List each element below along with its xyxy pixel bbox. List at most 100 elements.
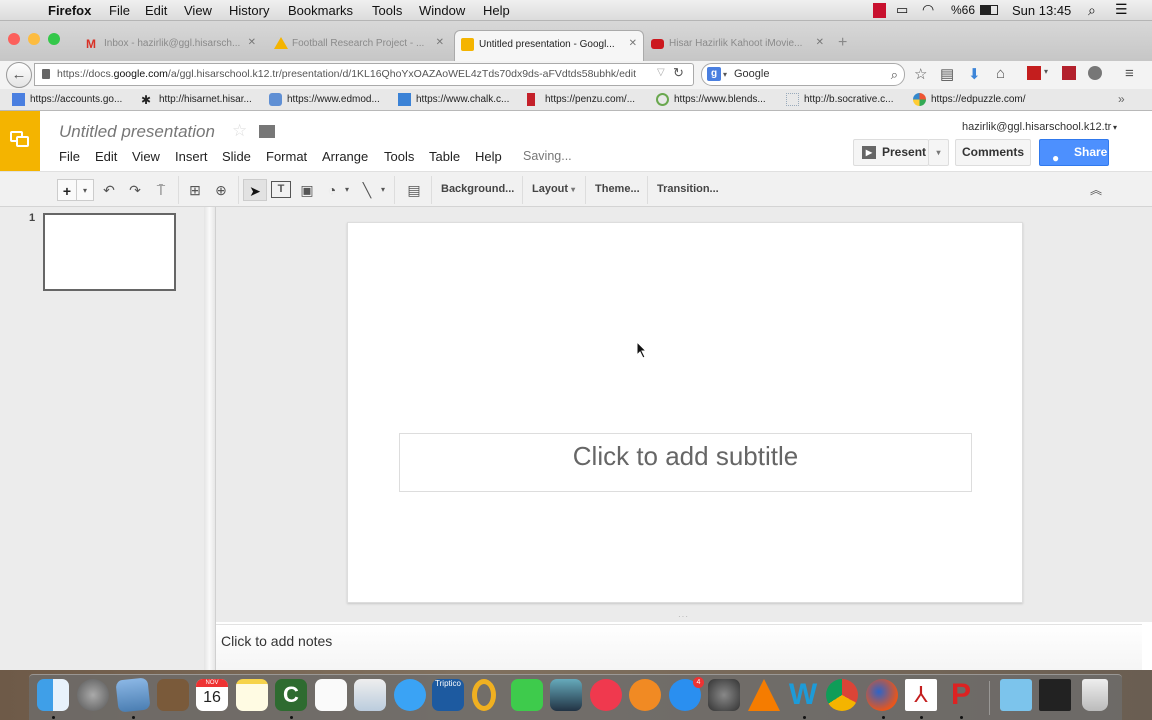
flash-dropdown-icon[interactable]: ▾ [1044,67,1048,76]
bookmark-item[interactable]: http://b.socrative.c... [786,93,893,106]
menu-insert[interactable]: Insert [175,149,208,164]
folder-icon[interactable] [259,125,275,138]
menu-help[interactable]: Help [475,149,502,164]
close-tab-icon[interactable]: ✕ [248,37,256,48]
recording-icon[interactable] [873,3,886,18]
browser-tab-football[interactable]: Football Research Project - ... ✕ [268,30,450,61]
reminders-icon[interactable] [315,679,347,711]
line-dropdown-icon[interactable]: ▾ [378,179,388,201]
airplay-icon[interactable]: ▭ [896,2,908,18]
notes-app-icon[interactable] [236,679,268,711]
ibooks-icon[interactable] [629,679,661,711]
battery-icon[interactable] [980,5,998,15]
layout-button[interactable]: Layout ▾ [532,183,575,195]
share-button[interactable]: ● Share [1039,139,1109,166]
slides-home-logo[interactable] [0,111,40,171]
close-window-button[interactable] [8,33,20,45]
new-slide-button[interactable]: + [57,179,77,201]
minimized-window-icon[interactable] [1039,679,1071,711]
itunes-icon[interactable] [590,679,622,711]
menubar-view[interactable]: View [184,3,212,18]
paint-format-icon[interactable]: ⍑ [151,179,171,201]
menubar-window[interactable]: Window [419,3,465,18]
camtasia-icon[interactable]: C [275,679,307,711]
speaker-notes[interactable]: Click to add notes [216,624,1142,670]
chrome-icon[interactable] [826,679,858,711]
menu-view[interactable]: View [132,149,160,164]
document-title[interactable]: Untitled presentation [59,122,215,142]
bookmark-star-icon[interactable]: ☆ [914,65,927,83]
messages-icon[interactable] [394,679,426,711]
download-helper-icon[interactable] [1062,66,1076,80]
bookmark-item[interactable]: https://penzu.com/... [527,93,635,106]
transition-button[interactable]: Transition... [657,183,719,195]
menu-edit[interactable]: Edit [95,149,117,164]
search-icon[interactable]: ⌕ [891,64,898,85]
subtitle-placeholder[interactable]: Click to add subtitle [399,433,972,492]
slide[interactable]: Click to add subtitle [347,222,1023,603]
extension-icon[interactable] [1088,66,1102,80]
line-icon[interactable]: ╲ [357,179,377,201]
text-box-icon[interactable]: T [271,181,291,198]
search-input[interactable]: Google [734,68,769,80]
home-icon[interactable]: ⌂ [996,65,1005,82]
reading-list-icon[interactable]: ▤ [940,65,954,83]
browser-tab-inbox[interactable]: M Inbox - hazirlik@ggl.hisarsch... ✕ [80,30,262,61]
redo-icon[interactable]: ↷ [125,179,145,201]
select-zoom-fit-icon[interactable]: ⊞ [185,179,205,201]
facetime-icon[interactable] [511,679,543,711]
comment-icon[interactable]: ▤ [404,179,424,201]
shape-dropdown-icon[interactable]: ▾ [342,179,352,201]
comments-button[interactable]: Comments [955,139,1031,166]
star-icon[interactable]: ☆ [232,121,247,141]
filmstrip-resize-handle[interactable] [204,207,216,670]
menubar-file[interactable]: File [109,3,130,18]
zoom-icon[interactable]: ⊕ [211,179,231,201]
notes-placeholder[interactable]: Click to add notes [221,633,332,649]
account-dropdown-icon[interactable]: ▾ [1113,123,1117,132]
bookmark-item[interactable]: ✱ http://hisarnet.hisar... [141,93,252,107]
bookmark-item[interactable]: https://www.blends... [656,93,766,106]
hamburger-menu-icon[interactable]: ≡ [1125,65,1134,82]
wifi-icon[interactable]: ◠ [922,1,934,18]
opera-icon[interactable] [472,679,496,711]
trash-icon[interactable] [1082,679,1108,711]
bookmark-item[interactable]: https://edpuzzle.com/ [913,93,1026,106]
theme-button[interactable]: Theme... [595,183,640,195]
browser-tab-kahoot[interactable]: Hisar Hazirlik Kahoot iMovie... ✕ [645,30,830,61]
menubar-history[interactable]: History [229,3,269,18]
calendar-icon[interactable]: NOV 16 [196,679,228,711]
launchpad-icon[interactable] [77,679,109,711]
bookmarks-overflow-button[interactable]: » [1118,92,1125,106]
menu-file[interactable]: File [59,149,80,164]
present-dropdown-button[interactable]: ▾ [928,139,949,166]
contacts-icon[interactable] [157,679,189,711]
menu-arrange[interactable]: Arrange [322,149,368,164]
menu-slide[interactable]: Slide [222,149,251,164]
browser-tab-untitled-presentation[interactable]: Untitled presentation - Googl... ✕ [454,30,644,61]
close-tab-icon[interactable]: ✕ [816,37,824,48]
triptico-icon[interactable]: Triptico [432,679,464,711]
preview-icon[interactable] [354,679,386,711]
search-engine-dropdown-icon[interactable]: ▾ [723,64,727,85]
slide-thumbnail[interactable] [43,213,176,291]
menubar-app-name[interactable]: Firefox [48,3,91,18]
menu-tools[interactable]: Tools [384,149,414,164]
bookmark-item[interactable]: https://www.edmod... [269,93,380,106]
url-dropdown-icon[interactable]: ▽ [657,67,665,78]
zoom-window-button[interactable] [48,33,60,45]
word-icon[interactable]: W [787,679,819,711]
flash-icon[interactable] [1027,66,1041,80]
acrobat-icon[interactable]: ⅄ [905,679,937,711]
search-bar[interactable]: g ▾ Google ⌕ [701,63,905,86]
bookmark-item[interactable]: https://accounts.go... [12,93,122,106]
photo-app-icon[interactable] [550,679,582,711]
image-icon[interactable]: ▣ [297,179,317,201]
notification-center-icon[interactable]: ☰ [1115,1,1128,18]
shape-icon[interactable]: ◔ [321,179,343,201]
menu-format[interactable]: Format [266,149,307,164]
close-tab-icon[interactable]: ✕ [629,38,637,49]
bookmark-item[interactable]: https://www.chalk.c... [398,93,509,106]
menubar-edit[interactable]: Edit [145,3,167,18]
undo-icon[interactable]: ↶ [99,179,119,201]
